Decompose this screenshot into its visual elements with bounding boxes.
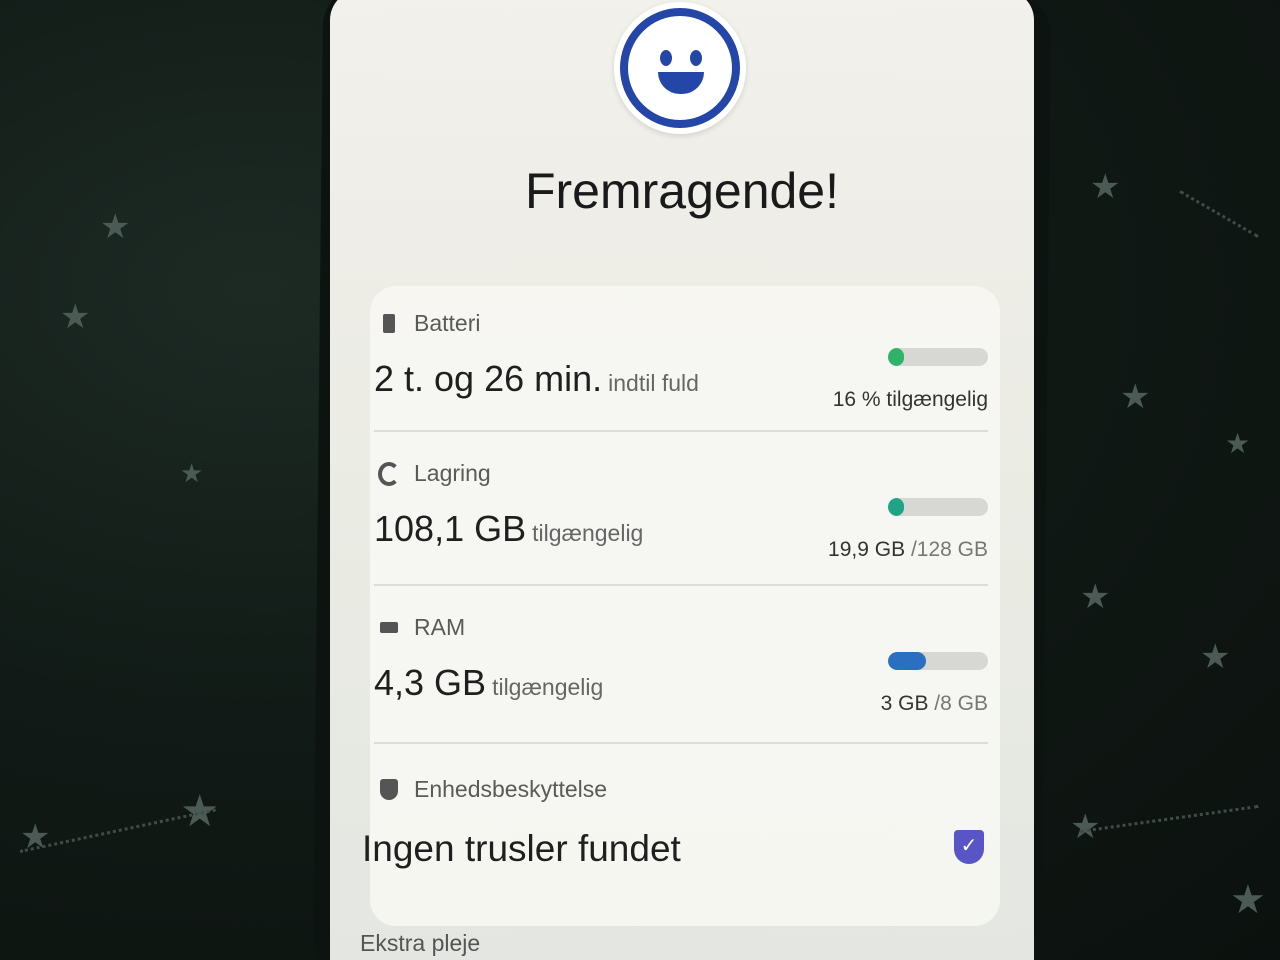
storage-row[interactable]: Lagring 108,1 GB tilgængelig 19,9 GB /128… xyxy=(370,460,1000,610)
ram-usage-fill xyxy=(888,652,926,670)
battery-label: Batteri xyxy=(414,310,481,336)
smiley-face-icon xyxy=(614,2,746,134)
background-star-icon: ★ xyxy=(1200,638,1231,676)
ram-available-suffix: tilgængelig xyxy=(492,674,604,700)
ram-header: RAM xyxy=(378,614,465,641)
background-star-icon: ★ xyxy=(1225,428,1251,459)
background-star-icon: ★ xyxy=(60,298,91,336)
smiley-eye-left xyxy=(660,50,672,66)
background-star-icon: ★ xyxy=(1090,168,1121,206)
battery-time-suffix: indtil fuld xyxy=(608,370,699,396)
shield-icon xyxy=(378,779,400,801)
ram-usage-bar xyxy=(888,652,988,670)
ram-icon xyxy=(378,617,400,639)
storage-label: Lagring xyxy=(414,460,491,486)
smiley-eye-right xyxy=(690,50,702,66)
ram-available-value: 4,3 GB xyxy=(374,662,487,703)
background-stitch-line xyxy=(1179,190,1259,238)
divider xyxy=(374,584,988,586)
protection-label: Enhedsbeskyttelse xyxy=(414,776,608,802)
status-title: Fremragende! xyxy=(524,163,840,219)
battery-time-value: 2 t. og 26 min. xyxy=(374,358,603,399)
divider xyxy=(374,742,988,744)
storage-icon xyxy=(378,461,400,486)
battery-header: Batteri xyxy=(378,310,480,337)
shield-check-icon: ✓ xyxy=(954,830,984,864)
storage-usage-note: 19,9 GB /128 GB xyxy=(828,538,988,562)
background-stitch-line xyxy=(1079,804,1259,833)
storage-available-suffix: tilgængelig xyxy=(532,520,644,546)
protection-header: Enhedsbeskyttelse xyxy=(378,776,607,803)
storage-available-value: 108,1 GB xyxy=(374,508,527,549)
ram-total: /8 GB xyxy=(934,692,988,715)
ram-usage-note: 3 GB /8 GB xyxy=(881,692,988,716)
battery-level-bar xyxy=(888,348,988,366)
background-star-icon: ★ xyxy=(180,458,204,488)
smiley-mouth xyxy=(658,72,704,94)
device-protection-row[interactable]: Enhedsbeskyttelse Ingen trusler fundet ✓ xyxy=(362,776,1000,906)
storage-header: Lagring xyxy=(378,460,491,487)
divider xyxy=(374,430,988,432)
background-star-icon: ★ xyxy=(1230,878,1266,922)
storage-used: 19,9 GB xyxy=(828,538,906,561)
battery-available-note: 16 % tilgængelig xyxy=(832,388,988,411)
ram-value-line: 4,3 GB tilgængelig xyxy=(374,662,603,704)
background-star-icon: ★ xyxy=(100,208,131,246)
background-star-icon: ★ xyxy=(1080,578,1111,616)
ram-used: 3 GB xyxy=(880,692,929,715)
ram-label: RAM xyxy=(414,614,466,640)
protection-status: Ingen trusler fundet xyxy=(362,828,681,869)
background-star-icon: ★ xyxy=(1120,378,1151,416)
storage-total: /128 GB xyxy=(910,538,988,561)
storage-value-line: 108,1 GB tilgængelig xyxy=(374,508,643,550)
extra-care-label[interactable]: Ekstra pleje xyxy=(360,930,480,957)
battery-level-fill xyxy=(888,348,904,366)
battery-icon xyxy=(378,313,400,335)
battery-row[interactable]: Batteri 2 t. og 26 min. indtil fuld 16 % … xyxy=(370,310,1000,456)
device-care-screen: Fremragende! Batteri 2 t. og 26 min. indt… xyxy=(330,0,1034,960)
device-care-card: Batteri 2 t. og 26 min. indtil fuld 16 % … xyxy=(362,286,1000,926)
storage-usage-fill xyxy=(888,498,904,516)
battery-value-line: 2 t. og 26 min. indtil fuld xyxy=(374,358,699,400)
storage-usage-bar xyxy=(888,498,988,516)
